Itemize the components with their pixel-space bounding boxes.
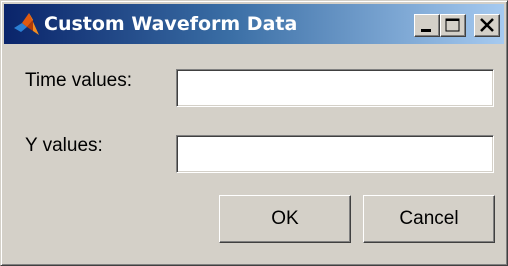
title-bar[interactable]: Custom Waveform Data: [4, 4, 504, 44]
maximize-button[interactable]: [440, 14, 466, 37]
dialog-window: Custom Waveform Data Time values: Y valu…: [0, 0, 508, 266]
minimize-button[interactable]: [414, 14, 440, 37]
close-button[interactable]: [474, 14, 500, 37]
window-title: Custom Waveform Data: [44, 13, 298, 35]
matlab-logo-icon: [12, 11, 40, 37]
y-values-input[interactable]: [176, 135, 494, 173]
cancel-button[interactable]: Cancel: [363, 195, 495, 243]
time-values-label: Time values:: [25, 70, 132, 91]
time-values-input[interactable]: [176, 69, 494, 107]
ok-button[interactable]: OK: [219, 195, 351, 243]
y-values-label: Y values:: [25, 135, 103, 156]
